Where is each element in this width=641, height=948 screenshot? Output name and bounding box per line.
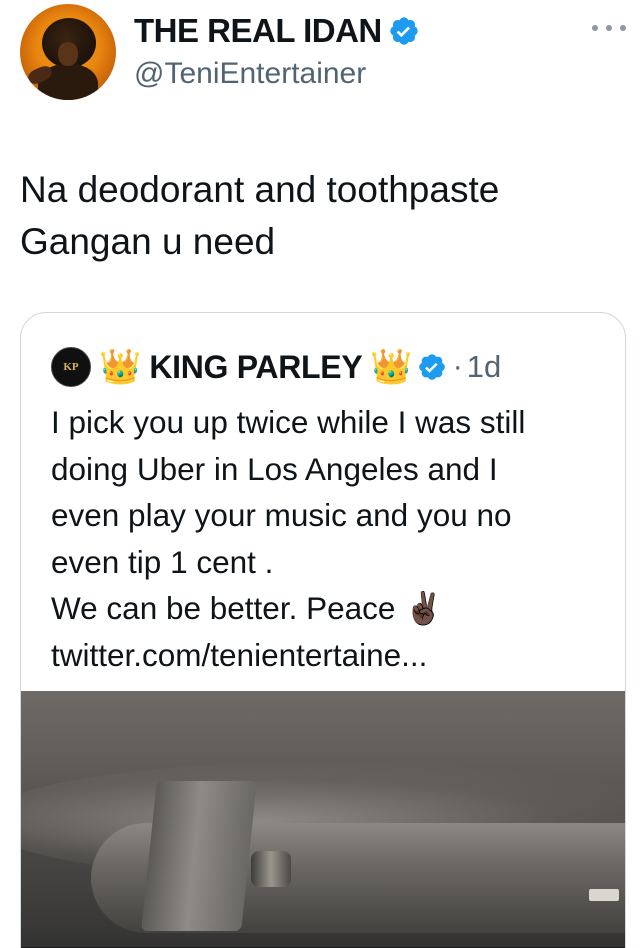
quoted-tweet-text: I pick you up twice while I was still do… xyxy=(51,399,611,678)
quoted-tweet-media-image[interactable] xyxy=(21,691,625,948)
quoted-tweet-card[interactable]: KP 👑 KING PARLEY 👑 · 1d I pick you up tw… xyxy=(20,312,626,948)
quoted-text-line: even play your music and you no xyxy=(51,497,512,533)
separator-dot: · xyxy=(452,350,463,383)
verified-badge-icon xyxy=(418,354,445,380)
more-horizontal-icon[interactable] xyxy=(592,18,626,38)
author-name-row[interactable]: THE REAL IDAN xyxy=(134,12,420,50)
verified-badge-icon xyxy=(390,17,418,45)
crown-emoji: 👑 xyxy=(370,348,413,386)
quoted-tweet-header: KP 👑 KING PARLEY 👑 · 1d xyxy=(51,345,501,389)
quoted-tweet-link[interactable]: twitter.com/tenientertaine... xyxy=(51,632,611,679)
tweet-text-line: Na deodorant and toothpaste xyxy=(20,169,500,210)
author-avatar[interactable] xyxy=(20,4,116,100)
quoted-text-line: I pick you up twice while I was still xyxy=(51,404,526,440)
quoted-text-line: We can be better. Peace ✌🏿 xyxy=(51,590,444,626)
quoted-text-line: doing Uber in Los Angeles and I xyxy=(51,450,498,487)
crown-emoji: 👑 xyxy=(99,348,142,386)
media-visor-clip xyxy=(141,781,257,931)
media-label-tag xyxy=(589,889,619,901)
quoted-author-name: KING PARLEY xyxy=(149,348,363,385)
tweet-text: Na deodorant and toothpaste Gangan u nee… xyxy=(20,164,620,268)
quoted-tweet-time[interactable]: 1d xyxy=(467,349,501,385)
author-handle[interactable]: @TeniEntertainer xyxy=(134,57,366,91)
tweet-text-line: Gangan u need xyxy=(20,221,276,262)
avatar-face xyxy=(58,42,78,66)
quoted-author-avatar: KP xyxy=(51,347,91,387)
author-name[interactable]: THE REAL IDAN xyxy=(134,12,382,49)
media-visor-hinge xyxy=(251,851,291,887)
quoted-text-line: even tip 1 cent . xyxy=(51,543,274,580)
